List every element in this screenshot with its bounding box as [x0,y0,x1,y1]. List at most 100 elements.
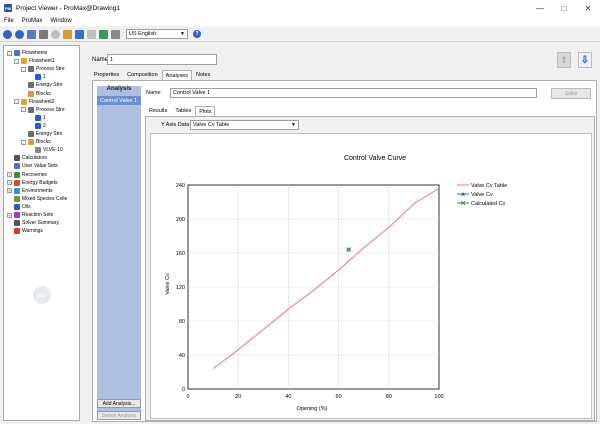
tree-item[interactable]: - Flowsheet2 [14,98,55,106]
tab-notes[interactable]: Notes [192,70,214,80]
tree-item[interactable]: Energy Stre [21,81,62,89]
menu-window[interactable]: Window [50,18,71,24]
tree-node-icon [14,155,20,162]
tab-composition[interactable]: Composition [123,70,162,80]
menu-promax[interactable]: ProMax [22,18,43,24]
tab-plots[interactable]: Plots [195,106,216,116]
chevron-down-icon: ▼ [291,122,296,128]
y-tick-label: 0 [182,387,185,393]
x-tick-label: 40 [285,394,291,400]
add-analysis-button[interactable]: Add Analysis... [97,399,141,408]
legend-label: Valve Cv [471,192,493,198]
tree-item[interactable]: + Reaction Sets [7,211,53,219]
collapse-icon[interactable]: - [7,50,12,56]
tree-item[interactable]: User Value Sets [7,162,58,170]
tree-item[interactable]: Mixed Species Colle [7,195,67,203]
analysis-subtabs: Results Tables Plots [145,106,216,116]
tree-item[interactable]: Warnings [7,227,43,235]
tab-analyses[interactable]: Analyses [161,70,192,80]
back-icon[interactable] [3,29,12,39]
delete-analysis-button[interactable]: Delete Analysis [97,411,141,420]
tree-item[interactable]: 1 [28,114,46,122]
analysis-name-input[interactable]: Control Valve 1 [170,88,537,98]
tree-item-label: Flowsheet2 [29,98,55,105]
language-select[interactable]: US English ▼ [126,29,188,39]
x-tick-label: 100 [434,394,443,400]
tree-item[interactable]: Blocks [21,90,51,98]
tree-item-label: Energy Stre [36,131,63,137]
print-icon [87,29,96,39]
y-tick-label: 200 [176,217,185,223]
expand-icon[interactable]: + [7,172,12,177]
tree-item-label: Environments [22,187,53,194]
tree-item-label: Recoveries [22,171,48,178]
tab-properties[interactable]: Properties [90,70,123,80]
expand-icon[interactable]: + [7,212,12,218]
flowsheet-icon[interactable] [27,29,36,39]
y-axis-data-value: Valve Cv Table [193,122,230,128]
tab-tables[interactable]: Tables [171,106,195,116]
analysis-name-label: Name [146,90,161,96]
app-icon: PM [4,4,12,12]
collapse-icon[interactable]: - [14,99,19,105]
maximize-icon[interactable]: □ [552,0,576,16]
y-tick-label: 40 [179,353,185,359]
tree-item[interactable]: - Process Stre [21,65,65,73]
project-tree[interactable]: PRO - Flowsheets - Flowsheet1- Process Stre 1… [3,45,80,421]
solve-button[interactable]: Solve [551,88,591,99]
tree-node-icon [28,131,34,137]
tree-item[interactable]: Oils [7,203,31,211]
close-icon[interactable]: ✕ [576,0,600,16]
tree-item[interactable]: - Flowsheets [7,49,47,57]
forward-icon[interactable] [15,29,24,39]
collapse-icon[interactable]: - [14,58,19,64]
flask-icon[interactable] [99,29,108,39]
block-icon[interactable] [39,29,48,39]
folder-icon[interactable] [63,29,72,39]
tree-node-icon [28,106,34,113]
minimize-icon[interactable]: — [528,0,552,16]
collapse-icon[interactable]: - [21,107,26,113]
chart-area: Control Valve Curve Opening (%) Valve Cv… [150,133,592,419]
help-icon[interactable]: ? [193,30,201,38]
tree-item[interactable]: Energy Stre [21,130,62,138]
collapse-icon[interactable]: - [21,139,26,145]
tree-item[interactable]: Solver Summary [7,219,59,227]
legend-label: Valve Cv Table [471,183,507,189]
tree-item[interactable]: 2 [28,122,46,130]
tree-item[interactable]: Calculators [7,154,47,162]
menu-file[interactable]: File [4,18,14,24]
tab-results[interactable]: Results [145,106,171,116]
arrow-down-icon[interactable]: ⇩ [578,52,592,68]
x-tick-label: 20 [235,394,241,400]
expand-icon[interactable]: + [7,180,12,186]
tree-item[interactable]: + Environments [7,187,53,195]
calculator-icon[interactable] [75,29,84,39]
tree-item[interactable]: - Blocks [21,138,51,146]
expand-icon[interactable]: + [7,188,12,194]
analysis-heading: Analysis [106,86,132,92]
legend-label: Calculated Cv [471,201,505,207]
arrow-up-icon[interactable]: ⇧ [557,52,571,68]
y-axis-data-select[interactable]: Valve Cv Table ▼ [190,120,299,130]
window-controls: — □ ✕ [528,0,600,16]
tree-item[interactable]: - Process Stre [21,106,65,114]
tree-item-label: Solver Summary [22,220,59,227]
tree-item[interactable]: VLVE-10 [28,146,63,154]
name-label: Name [92,57,109,63]
tree-item[interactable]: + Energy Budgets [7,179,58,187]
toolbar: US English ▼ ? [0,27,600,42]
x-tick-label: 80 [386,394,392,400]
tree-item[interactable]: - Flowsheet1 [14,57,55,65]
tree-item-label: Energy Stre [36,82,63,89]
tree-item[interactable]: + Recoveries [7,171,47,179]
name-input[interactable]: 1 [107,54,217,65]
analysis-item-control-valve[interactable]: Control Valve 1 [97,96,141,105]
tree-item-label: Oils [22,203,31,210]
tree-item[interactable]: 1 [28,73,46,81]
collapse-icon[interactable]: - [21,66,26,72]
tree-node-icon [14,228,20,235]
window-title: Project Viewer - ProMax@Drawing1 [16,4,121,12]
x-tick-label: 0 [186,394,189,400]
options-icon[interactable] [111,29,120,39]
